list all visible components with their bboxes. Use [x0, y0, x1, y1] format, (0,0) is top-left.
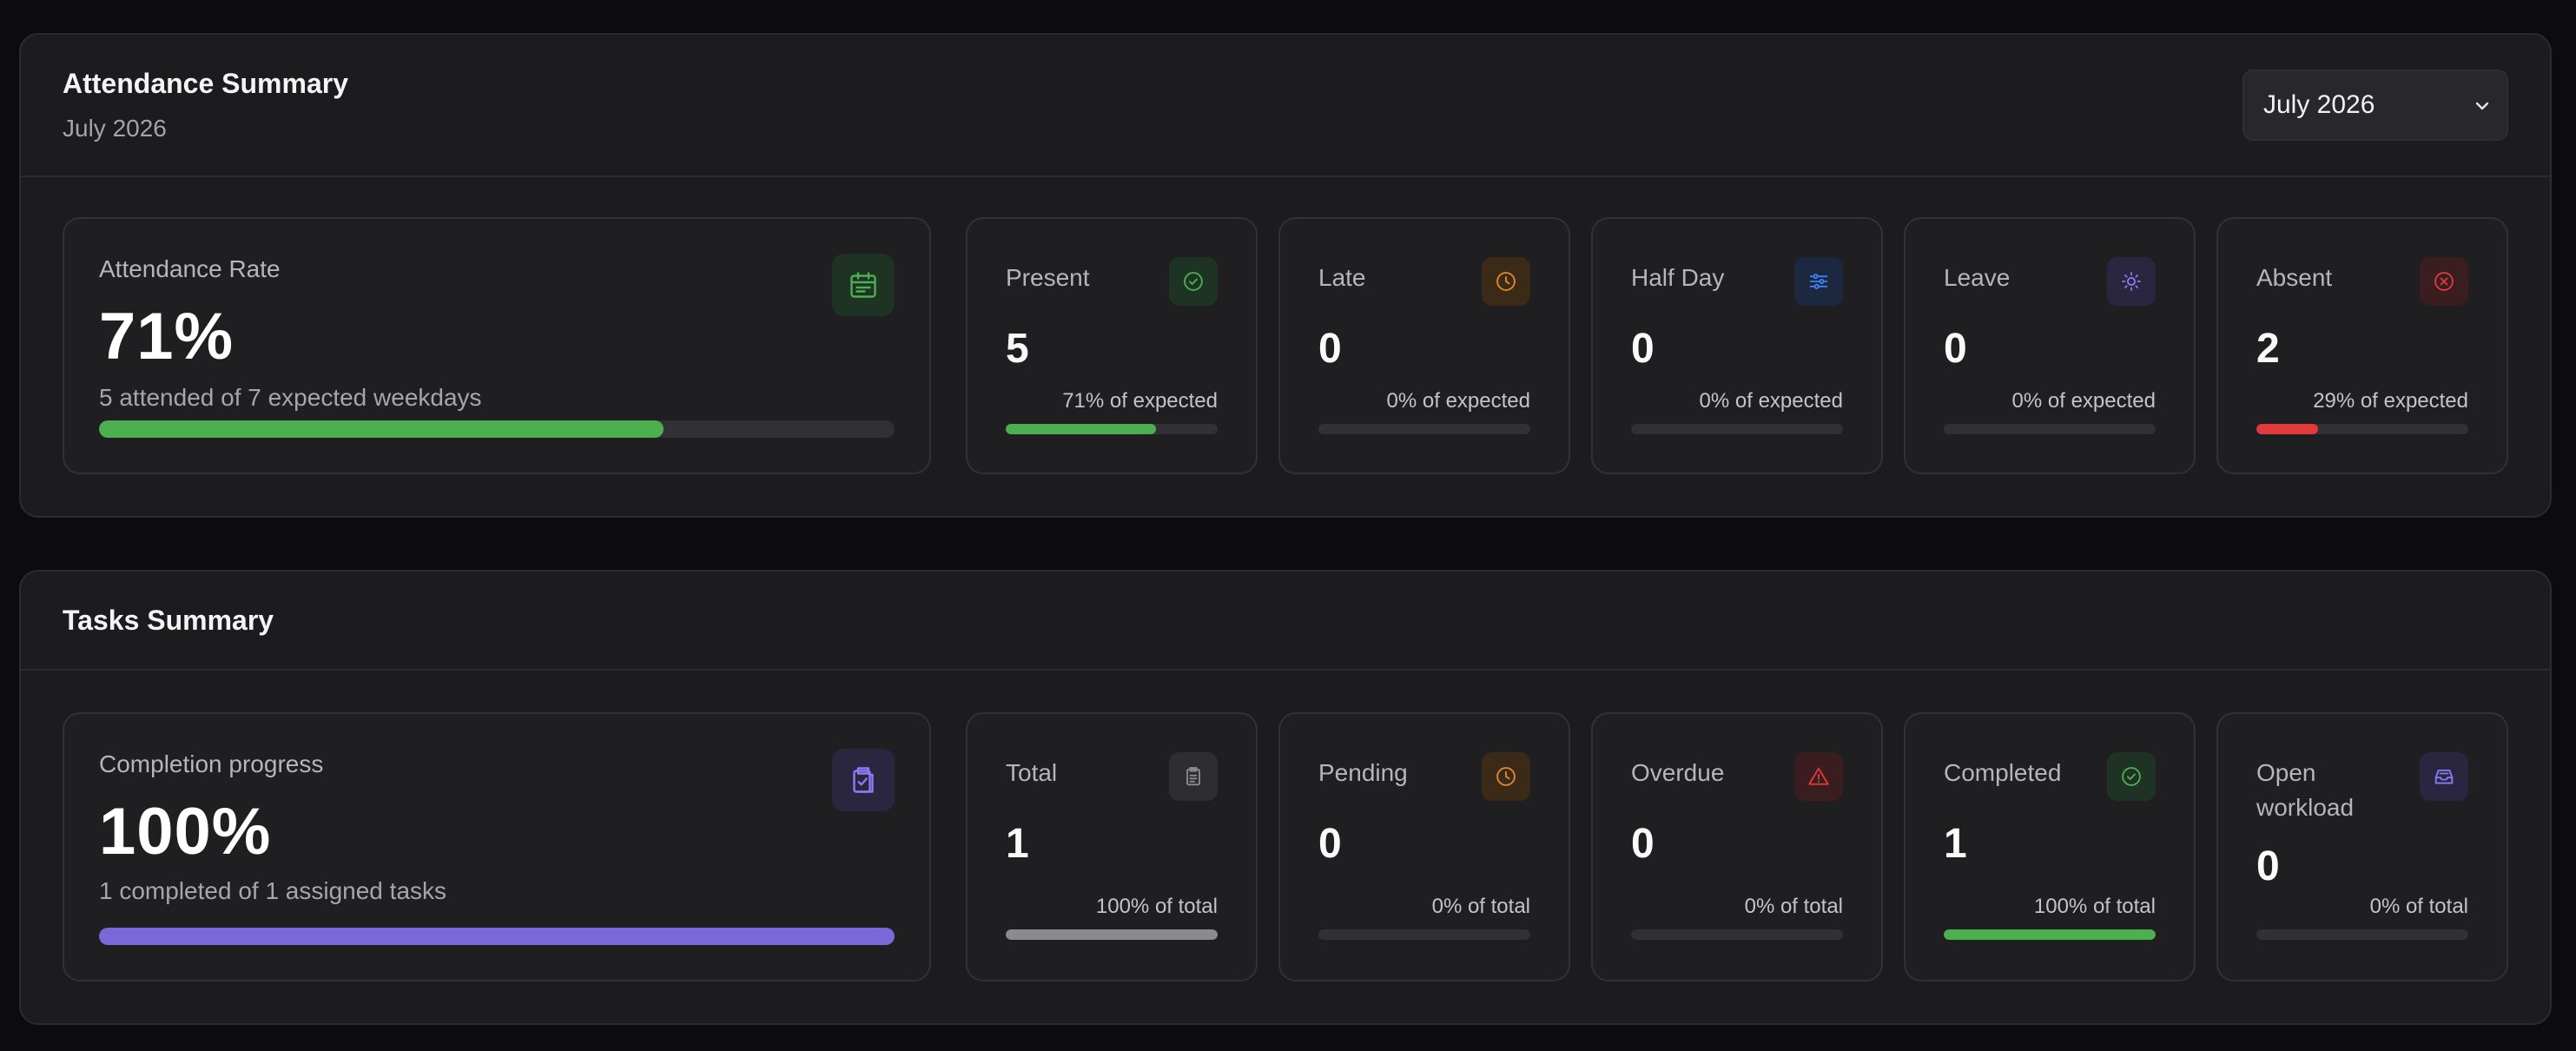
stat-percent: 0% of total — [2369, 895, 2468, 918]
attendance-rate-card: Attendance Rate 71% 5 attended of 7 expe… — [63, 217, 931, 474]
stat-progress — [2256, 424, 2468, 434]
inbox-icon — [2420, 752, 2468, 801]
stat-label: Completed — [1944, 759, 2062, 786]
stat-progress — [1006, 929, 1218, 940]
completion-value: 100% — [99, 795, 272, 869]
sliders-icon — [1794, 257, 1843, 306]
stat-label: Half Day — [1631, 264, 1725, 291]
clipboard-icon — [1169, 752, 1218, 801]
stat-value: 2 — [2256, 326, 2280, 372]
attendance-rate-detail: 5 attended of 7 expected weekdays — [99, 384, 482, 411]
stat-card-half-day: Half Day 0 0% of expected — [1591, 217, 1883, 474]
stat-card-absent: Absent 2 29% of expected — [2216, 217, 2508, 474]
stat-percent: 100% of total — [2033, 895, 2156, 918]
stat-percent: 0% of expected — [1386, 389, 1530, 413]
attendance-rate-value: 71% — [99, 300, 234, 373]
calendar-icon — [832, 254, 895, 316]
stat-label: Present — [1006, 264, 1090, 291]
clock-icon — [1482, 752, 1530, 801]
stat-value: 0 — [1944, 326, 1967, 372]
stat-card-overdue: Overdue 0 0% of total — [1591, 712, 1883, 982]
stat-progress — [1631, 929, 1843, 940]
tasks-title: Tasks Summary — [63, 605, 274, 636]
stat-card-leave: Leave 0 0% of expected — [1904, 217, 2196, 474]
stat-value: 1 — [1944, 821, 1967, 867]
stat-progress — [1006, 424, 1218, 434]
stat-card-pending: Pending 0 0% of total — [1278, 712, 1570, 982]
chevron-down-icon — [2472, 96, 2493, 116]
tasks-cards: Completion progress 100% 1 completed of … — [63, 712, 2508, 982]
stat-progress — [1631, 424, 1843, 434]
completion-progress-card: Completion progress 100% 1 completed of … — [63, 712, 931, 982]
tasks-header: Tasks Summary — [21, 572, 2550, 671]
month-select-value: July 2026 — [2263, 90, 2375, 119]
clipboard-check-icon — [832, 749, 895, 811]
stat-value: 0 — [2256, 843, 2280, 889]
stat-percent: 0% of expected — [1699, 389, 1843, 413]
completion-detail: 1 completed of 1 assigned tasks — [99, 877, 447, 904]
stat-progress — [1944, 424, 2156, 434]
stat-label: Late — [1318, 264, 1366, 291]
x-circle-icon — [2420, 257, 2468, 306]
stat-label: Overdue — [1631, 759, 1725, 786]
stat-percent: 0% of expected — [2011, 389, 2156, 413]
stat-value: 0 — [1631, 326, 1655, 372]
stat-percent: 0% of total — [1744, 895, 1843, 918]
stat-card-total: Total 1 100% of total — [966, 712, 1258, 982]
check-circle-icon — [1169, 257, 1218, 306]
stat-progress — [2256, 929, 2468, 940]
alert-triangle-icon — [1794, 752, 1843, 801]
stat-card-present: Present 5 71% of expected — [966, 217, 1258, 474]
progress-fill — [2256, 424, 2318, 434]
stat-percent: 0% of total — [1431, 895, 1530, 918]
attendance-title: Attendance Summary — [63, 68, 348, 99]
stat-label: Leave — [1944, 264, 2011, 291]
stat-value: 5 — [1006, 326, 1029, 372]
stat-card-late: Late 0 0% of expected — [1278, 217, 1570, 474]
stat-percent: 29% of expected — [2313, 389, 2468, 413]
tasks-summary-panel: Tasks Summary Completion progress 100% 1… — [19, 570, 2552, 1025]
sun-icon — [2107, 257, 2156, 306]
progress-fill — [1006, 424, 1157, 434]
stat-progress — [1318, 929, 1530, 940]
progress-fill — [99, 420, 664, 438]
stat-label: Pending — [1318, 759, 1408, 786]
progress-fill — [1944, 929, 2156, 940]
stat-label: Total — [1006, 759, 1058, 786]
completion-label: Completion progress — [99, 750, 324, 777]
stat-progress — [1318, 424, 1530, 434]
progress-fill — [99, 928, 895, 945]
stat-value: 1 — [1006, 821, 1029, 867]
stat-label: Open workload — [2256, 759, 2355, 821]
stat-value: 0 — [1631, 821, 1655, 867]
month-select[interactable]: July 2026 — [2242, 69, 2508, 141]
progress-fill — [1006, 929, 1218, 940]
stat-percent: 71% of expected — [1062, 389, 1218, 413]
attendance-summary-panel: Attendance Summary July 2026 July 2026 A… — [19, 33, 2552, 518]
stat-card-completed: Completed 1 100% of total — [1904, 712, 2196, 982]
attendance-subtitle: July 2026 — [63, 115, 167, 142]
attendance-rate-label: Attendance Rate — [99, 255, 281, 282]
attendance-header: Attendance Summary July 2026 July 2026 — [21, 35, 2550, 177]
stat-progress — [1944, 929, 2156, 940]
stat-card-open-workload: Open workload 0 0% of total — [2216, 712, 2508, 982]
completion-progress-bar — [99, 928, 895, 945]
attendance-cards: Attendance Rate 71% 5 attended of 7 expe… — [63, 217, 2508, 474]
clock-icon — [1482, 257, 1530, 306]
attendance-rate-progress — [99, 420, 895, 438]
stat-value: 0 — [1318, 326, 1342, 372]
stat-value: 0 — [1318, 821, 1342, 867]
stat-percent: 100% of total — [1095, 895, 1218, 918]
check-circle-icon — [2107, 752, 2156, 801]
stat-label: Absent — [2256, 264, 2333, 291]
